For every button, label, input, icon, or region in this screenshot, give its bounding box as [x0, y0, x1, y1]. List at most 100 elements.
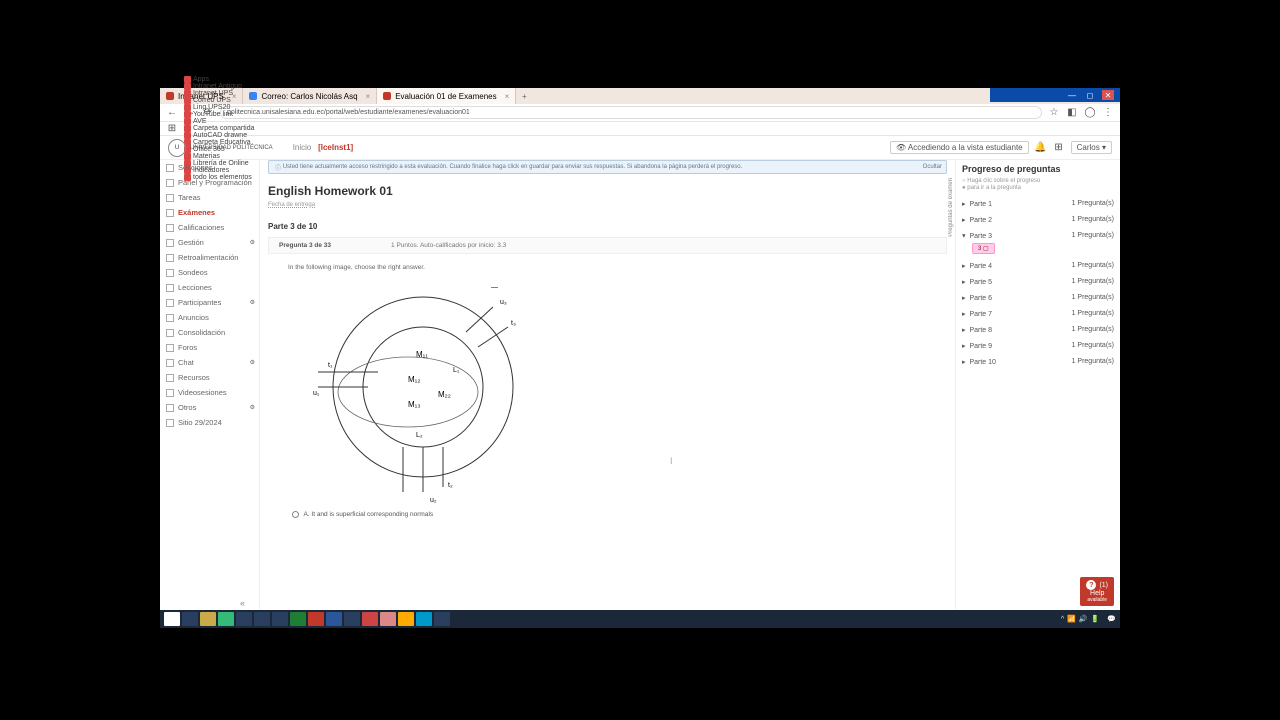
hide-banner-link[interactable]: Ocultar — [923, 164, 942, 170]
nav-icon — [166, 404, 174, 412]
bookmark-item[interactable]: AVE — [182, 118, 256, 125]
settings-icon[interactable]: ⚙ — [250, 359, 255, 366]
extensions-icon[interactable]: ◧ — [1066, 107, 1078, 119]
chevron-right-icon: ▸ — [962, 327, 966, 334]
close-icon[interactable]: × — [505, 92, 510, 101]
menu-icon[interactable]: ⋮ — [1102, 107, 1114, 119]
battery-icon[interactable]: 🔋 — [1091, 615, 1100, 623]
apps-icon[interactable]: ⊞ — [166, 123, 178, 135]
close-icon[interactable]: × — [366, 92, 371, 101]
clock[interactable] — [1102, 616, 1104, 623]
window-close-button[interactable]: ✕ — [1102, 90, 1114, 100]
nav-icon — [166, 329, 174, 337]
question-chip[interactable]: 3 ▢ — [972, 243, 995, 254]
crumb-home[interactable]: Inicio — [293, 143, 312, 152]
back-button[interactable]: ← — [166, 107, 178, 119]
task-app3[interactable] — [272, 612, 288, 626]
progress-part[interactable]: ▸ Parte 91 Pregunta(s) — [962, 342, 1114, 350]
collapse-sidebar-button[interactable]: « — [240, 598, 245, 608]
settings-icon[interactable]: ⚙ — [250, 299, 255, 306]
tab-evaluacion[interactable]: Evaluación 01 de Examenes × — [377, 88, 516, 104]
task-explorer[interactable] — [182, 612, 198, 626]
chevron-right-icon: ▸ — [962, 295, 966, 302]
system-tray[interactable]: ^ 📶 🔊 🔋 💬 — [1061, 615, 1116, 623]
sidebar-item-gestión[interactable]: Gestión⚙ — [160, 235, 259, 250]
bookmark-item[interactable]: AutoCAD drawne — [182, 132, 256, 139]
sidebar-item-lecciones[interactable]: Lecciones — [160, 280, 259, 295]
task-app2[interactable] — [254, 612, 270, 626]
sidebar-item-otros[interactable]: Otros⚙ — [160, 400, 259, 415]
bookmark-item[interactable]: Apps — [182, 76, 256, 83]
answer-option-a[interactable]: A. It and is superficial corresponding n… — [292, 511, 947, 518]
progress-part[interactable]: ▸ Parte 31 Pregunta(s) — [962, 232, 1114, 240]
task-app7[interactable] — [398, 612, 414, 626]
sidebar-item-panel-y-programación[interactable]: Panel y Programación — [160, 175, 259, 190]
sidebar-item-sitio-29/2024[interactable]: Sitio 29/2024 — [160, 415, 259, 430]
due-date-link[interactable]: Fecha de entrega — [268, 202, 947, 208]
task-excel[interactable] — [290, 612, 306, 626]
task-chrome[interactable] — [218, 612, 234, 626]
progress-part[interactable]: ▸ Parte 51 Pregunta(s) — [962, 278, 1114, 286]
progress-part[interactable]: ▸ Parte 41 Pregunta(s) — [962, 262, 1114, 270]
bookmark-item[interactable]: Ling UPS20 — [182, 104, 256, 111]
sidebar-item-sondeos[interactable]: Sondeos — [160, 265, 259, 280]
bookmark-item[interactable]: YouTube link — [182, 111, 256, 118]
sidebar-item-retroalimentación[interactable]: Retroalimentación — [160, 250, 259, 265]
sidebar-item-recursos[interactable]: Recursos — [160, 370, 259, 385]
sidebar-item-participantes[interactable]: Participantes⚙ — [160, 295, 259, 310]
task-autocad[interactable] — [308, 612, 324, 626]
sidebar-item-consolidación[interactable]: Consolidación — [160, 325, 259, 340]
task-folder[interactable] — [200, 612, 216, 626]
address-bar[interactable]: politecnica.unisalesiana.edu.ec/portal/w… — [220, 106, 1042, 119]
bookmark-item[interactable]: Correo UPS — [182, 97, 256, 104]
bell-icon[interactable]: 🔔 — [1035, 142, 1047, 154]
settings-icon[interactable]: ⚙ — [250, 404, 255, 411]
task-app1[interactable] — [236, 612, 252, 626]
sidebar-item-label: Calificaciones — [178, 223, 224, 232]
progress-part[interactable]: ▸ Parte 11 Pregunta(s) — [962, 200, 1114, 208]
progress-part[interactable]: ▸ Parte 61 Pregunta(s) — [962, 294, 1114, 302]
sidebar-item-anuncios[interactable]: Anuncios — [160, 310, 259, 325]
start-button[interactable] — [164, 612, 180, 626]
minimize-button[interactable]: — — [1066, 90, 1078, 100]
maximize-button[interactable]: ◻ — [1084, 90, 1096, 100]
star-icon[interactable]: ☆ — [1048, 107, 1060, 119]
sidebar-item-tareas[interactable]: Tareas — [160, 190, 259, 205]
sidebar-item-chat[interactable]: Chat⚙ — [160, 355, 259, 370]
task-app4[interactable] — [344, 612, 360, 626]
volume-icon[interactable]: 🔊 — [1079, 615, 1088, 623]
user-menu[interactable]: Carlos ▾ — [1071, 141, 1112, 154]
sidebar-item-exámenes[interactable]: Exámenes — [160, 205, 259, 220]
sidebar-item-secciones[interactable]: Secciones — [160, 160, 259, 175]
bookmark-item[interactable]: Materias — [182, 153, 256, 160]
notifications-icon[interactable]: 💬 — [1107, 615, 1116, 623]
chevron-up-icon[interactable]: ^ — [1061, 616, 1064, 623]
task-app8[interactable] — [416, 612, 432, 626]
grid-icon[interactable]: ⊞ — [1053, 142, 1065, 154]
help-fab[interactable]: ? (1) Help available — [1080, 577, 1114, 606]
task-app6[interactable] — [380, 612, 396, 626]
radio-icon[interactable] — [292, 511, 299, 518]
progress-part[interactable]: ▸ Parte 81 Pregunta(s) — [962, 326, 1114, 334]
task-app5[interactable] — [362, 612, 378, 626]
nav-icon — [166, 419, 174, 427]
profile-icon[interactable]: ◯ — [1084, 107, 1096, 119]
progress-part[interactable]: ▸ Parte 21 Pregunta(s) — [962, 216, 1114, 224]
task-app9[interactable] — [434, 612, 450, 626]
bookmark-item[interactable]: Intranet UPS — [182, 90, 256, 97]
sidebar-item-foros[interactable]: Foros — [160, 340, 259, 355]
wifi-icon[interactable]: 📶 — [1067, 615, 1076, 623]
sidebar-item-videosesiones[interactable]: Videosesiones — [160, 385, 259, 400]
student-view-button[interactable]: 👁 Accediendo a la vista estudiante — [890, 141, 1029, 154]
progress-part[interactable]: ▸ Parte 101 Pregunta(s) — [962, 358, 1114, 366]
settings-icon[interactable]: ⚙ — [250, 239, 255, 246]
chevron-right-icon: ▸ — [962, 359, 966, 366]
task-word[interactable] — [326, 612, 342, 626]
tab-correo[interactable]: Correo: Carlos Nicolás Asq × — [243, 88, 377, 104]
bookmark-item[interactable]: Carpeta compartida — [182, 125, 256, 132]
bookmark-item[interactable]: Intranet Antiguo — [182, 83, 256, 90]
svg-text:u₃: u₃ — [500, 299, 507, 306]
new-tab-button[interactable]: + — [516, 88, 532, 104]
sidebar-item-calificaciones[interactable]: Calificaciones — [160, 220, 259, 235]
progress-part[interactable]: ▸ Parte 71 Pregunta(s) — [962, 310, 1114, 318]
